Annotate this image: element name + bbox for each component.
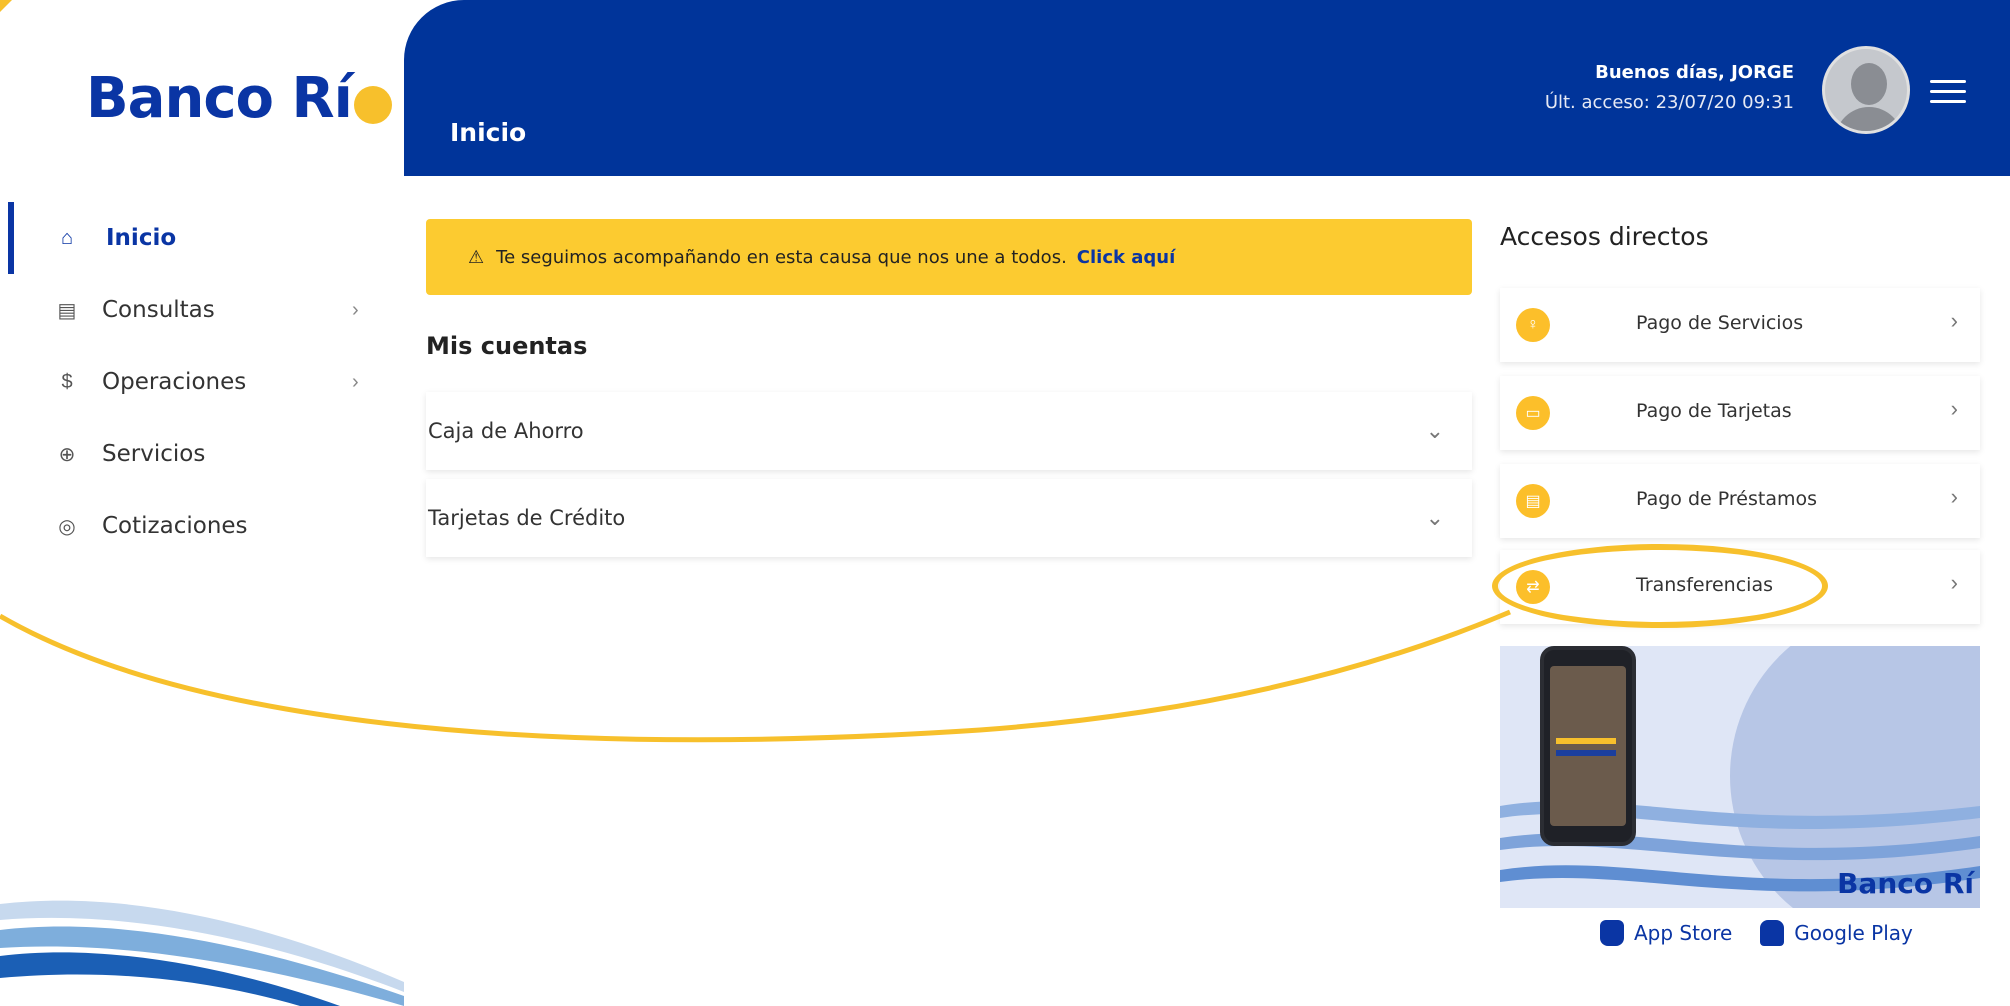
hamburger-menu-icon[interactable] [1930, 80, 1966, 103]
sidebar-item-inicio[interactable]: ⌂ Inicio [0, 202, 404, 274]
shortcut-label: Pago de Servicios [1636, 312, 1804, 334]
home-icon: ⌂ [60, 226, 74, 249]
alert-link[interactable]: Click aquí [1077, 247, 1175, 268]
decorative-waves [0, 900, 404, 1006]
apple-icon [1600, 920, 1624, 946]
document-icon: ▤ [57, 299, 77, 322]
phone-image [1540, 646, 1636, 846]
chevron-right-icon: › [352, 370, 359, 393]
sidebar: Banco Rí ⌂ Inicio ▤ Consultas › $ Operac… [0, 0, 404, 1006]
sidebar-item-consultas[interactable]: ▤ Consultas › [0, 274, 404, 346]
shortcut-label: Pago de Tarjetas [1636, 400, 1792, 422]
account-label: Caja de Ahorro [428, 419, 584, 443]
chevron-down-icon: ⌄ [1425, 505, 1444, 530]
page-title: Inicio [450, 118, 527, 147]
accounts-title: Mis cuentas [426, 332, 588, 360]
avatar-head [1851, 63, 1887, 105]
card-icon: ▭ [1516, 396, 1550, 430]
banner-logo: Banco Rí [1837, 867, 1974, 900]
android-icon [1760, 920, 1785, 946]
shortcuts-title: Accesos directos [1500, 222, 1709, 251]
sidebar-item-cotizaciones[interactable]: ◎ Cotizaciones [0, 490, 404, 562]
plus-circle-icon: ⊕ [58, 443, 76, 466]
chevron-right-icon: › [1950, 308, 1958, 333]
avatar[interactable] [1822, 46, 1910, 134]
logo-sun-icon [353, 85, 392, 124]
account-label: Tarjetas de Crédito [428, 506, 626, 530]
chevron-right-icon: › [1950, 484, 1958, 509]
sidebar-nav: ⌂ Inicio ▤ Consultas › $ Operaciones › ⊕… [0, 202, 404, 562]
chevron-down-icon: ⌄ [1425, 418, 1444, 443]
top-header: Inicio Buenos días, JORGE Últ. acceso: 2… [404, 0, 2010, 176]
phone-bar [1556, 738, 1616, 744]
app-store-label: App Store [1634, 921, 1733, 945]
app-store-links: App Store Google Play [1600, 920, 1941, 946]
google-play-label: Google Play [1794, 921, 1913, 945]
google-play-link[interactable]: Google Play [1760, 920, 1913, 946]
shortcut-label: Transferencias [1636, 574, 1773, 596]
brand-logo[interactable]: Banco Rí [86, 66, 392, 131]
shortcut-label: Pago de Préstamos [1636, 488, 1817, 510]
shortcut-pago-servicios[interactable]: ♀ Pago de Servicios › [1500, 288, 1980, 362]
coins-icon: ◎ [58, 515, 76, 538]
chevron-right-icon: › [352, 298, 359, 321]
shortcut-transferencias[interactable]: ⇄ Transferencias › [1500, 550, 1980, 624]
shortcut-pago-prestamos[interactable]: ▤ Pago de Préstamos › [1500, 464, 1980, 538]
sidebar-item-label: Consultas [102, 297, 215, 323]
app-store-link[interactable]: App Store [1600, 920, 1732, 946]
info-alert-banner: ⚠ Te seguimos acompañando en esta causa … [426, 219, 1472, 295]
avatar-body [1835, 107, 1903, 131]
phone-bar [1556, 750, 1616, 756]
document-icon: ▤ [1516, 484, 1550, 518]
account-row-tarjetas-credito[interactable]: Tarjetas de Crédito ⌄ [426, 479, 1472, 557]
sidebar-item-operaciones[interactable]: $ Operaciones › [0, 346, 404, 418]
sidebar-item-label: Servicios [102, 441, 206, 467]
warning-icon: ⚠ [468, 246, 485, 268]
sidebar-item-servicios[interactable]: ⊕ Servicios [0, 418, 404, 490]
shortcut-pago-tarjetas[interactable]: ▭ Pago de Tarjetas › [1500, 376, 1980, 450]
lightbulb-icon: ♀ [1516, 308, 1550, 342]
last-access-text: Últ. acceso: 23/07/20 09:31 [1544, 92, 1794, 113]
greeting-text: Buenos días, JORGE [1595, 62, 1794, 83]
transfer-icon: ⇄ [1516, 570, 1550, 604]
money-hand-icon: $ [61, 370, 73, 393]
page: Banco Rí ⌂ Inicio ▤ Consultas › $ Operac… [0, 0, 2010, 1006]
app-promo-banner[interactable]: Banco Rí [1500, 646, 1980, 908]
chevron-right-icon: › [1950, 570, 1958, 595]
alert-text: Te seguimos acompañando en esta causa qu… [496, 246, 1067, 268]
sidebar-item-label: Cotizaciones [102, 513, 248, 539]
sidebar-item-label: Operaciones [102, 369, 247, 395]
sidebar-item-label: Inicio [106, 225, 177, 251]
phone-screen [1550, 666, 1626, 826]
chevron-right-icon: › [1950, 396, 1958, 421]
account-row-caja-ahorro[interactable]: Caja de Ahorro ⌄ [426, 392, 1472, 470]
